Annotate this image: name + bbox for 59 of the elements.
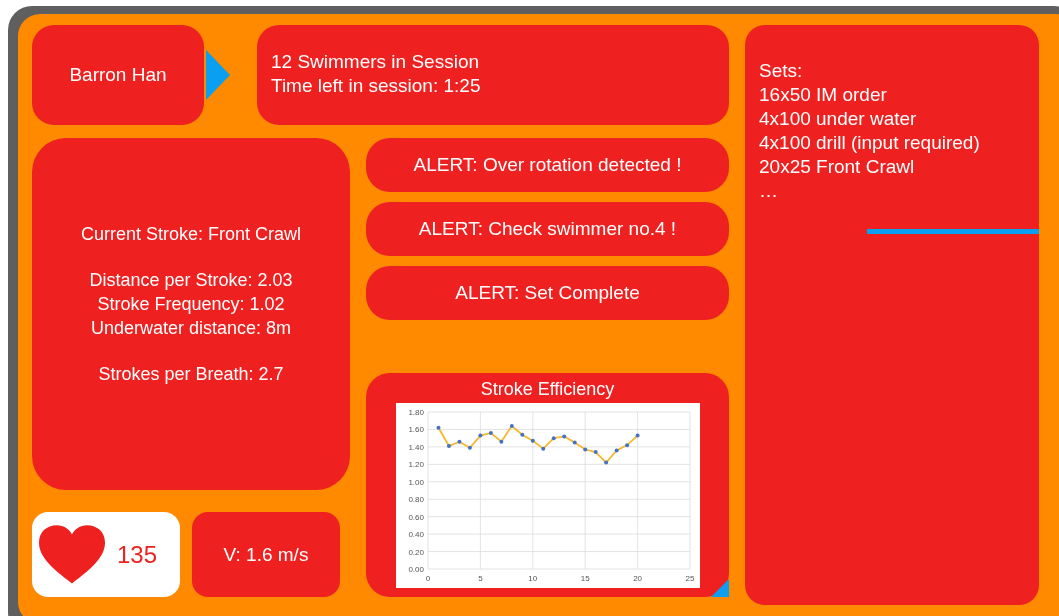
axis-tick-label: 1.00: [407, 477, 424, 487]
stat-text: Underwater distance: 8m: [89, 317, 293, 340]
data-point: [456, 439, 461, 444]
stat-text: Strokes per Breath: 2.7: [98, 363, 284, 386]
data-point: [561, 434, 566, 439]
axis-tick-label: 15: [580, 574, 590, 583]
axis-tick-label: 0.40: [407, 530, 424, 540]
alert-banner: ALERT: Set Complete: [366, 266, 729, 320]
axis-tick-label: 1.60: [407, 425, 424, 435]
axis-tick-label: 20: [632, 574, 642, 583]
axis-tick-label: 1.40: [407, 442, 424, 452]
set-item: 16x50 IM order: [759, 83, 888, 107]
heart-rate-value: 135: [117, 540, 158, 569]
set-item: 20x25 Front Crawl: [759, 155, 916, 179]
set-item: 4x100 drill (input required): [759, 131, 981, 155]
stat-text: Distance per Stroke: 2.03: [89, 269, 293, 292]
velocity-card: V: 1.6 m/s: [192, 512, 340, 597]
axis-tick-label: 0.20: [407, 547, 424, 557]
axis-tick-label: 0.00: [407, 565, 424, 574]
data-point: [519, 432, 524, 437]
axis-tick-label: 1.80: [407, 408, 424, 417]
chart-title: Stroke Efficiency: [480, 379, 615, 400]
data-point: [498, 439, 503, 444]
axis-tick-label: 0: [425, 574, 430, 583]
data-point: [509, 423, 514, 428]
data-point: [540, 446, 545, 451]
corner-triangle-icon: [711, 579, 729, 597]
data-point: [603, 460, 608, 465]
data-point: [635, 433, 640, 438]
set-item: …: [759, 179, 779, 203]
stat-text: Current Stroke: Front Crawl: [80, 223, 302, 246]
set-item: 4x100 under water: [759, 107, 918, 131]
data-point: [530, 438, 535, 443]
axis-tick-label: 10: [527, 574, 537, 583]
data-point: [614, 448, 619, 453]
data-point: [624, 443, 629, 448]
data-point: [467, 445, 472, 450]
axis-tick-label: 5: [477, 574, 483, 583]
alert-banner: ALERT: Check swimmer no.4 !: [366, 202, 729, 256]
axis-tick-label: 25: [685, 574, 694, 583]
triangle-icon: [206, 50, 230, 100]
athlete-name: Barron Han: [32, 25, 204, 125]
data-point: [593, 450, 598, 455]
axis-tick-label: 0.80: [407, 495, 424, 505]
sets-title: Sets:: [759, 59, 804, 83]
data-point: [436, 425, 440, 430]
data-point: [582, 447, 587, 452]
data-point: [572, 440, 577, 445]
data-point: [551, 436, 556, 441]
alert-banner: ALERT: Over rotation detected !: [366, 138, 729, 192]
stat-text: Stroke Frequency: 1.02: [96, 293, 286, 316]
data-point: [477, 433, 482, 438]
data-point: [488, 430, 493, 435]
heart-icon: [39, 524, 105, 585]
session-info: Time left in session: 1:25: [271, 74, 482, 98]
session-info: 12 Swimmers in Session: [271, 50, 481, 74]
data-point: [446, 444, 451, 448]
axis-tick-label: 0.60: [407, 512, 424, 522]
axis-tick-label: 1.20: [407, 460, 424, 470]
